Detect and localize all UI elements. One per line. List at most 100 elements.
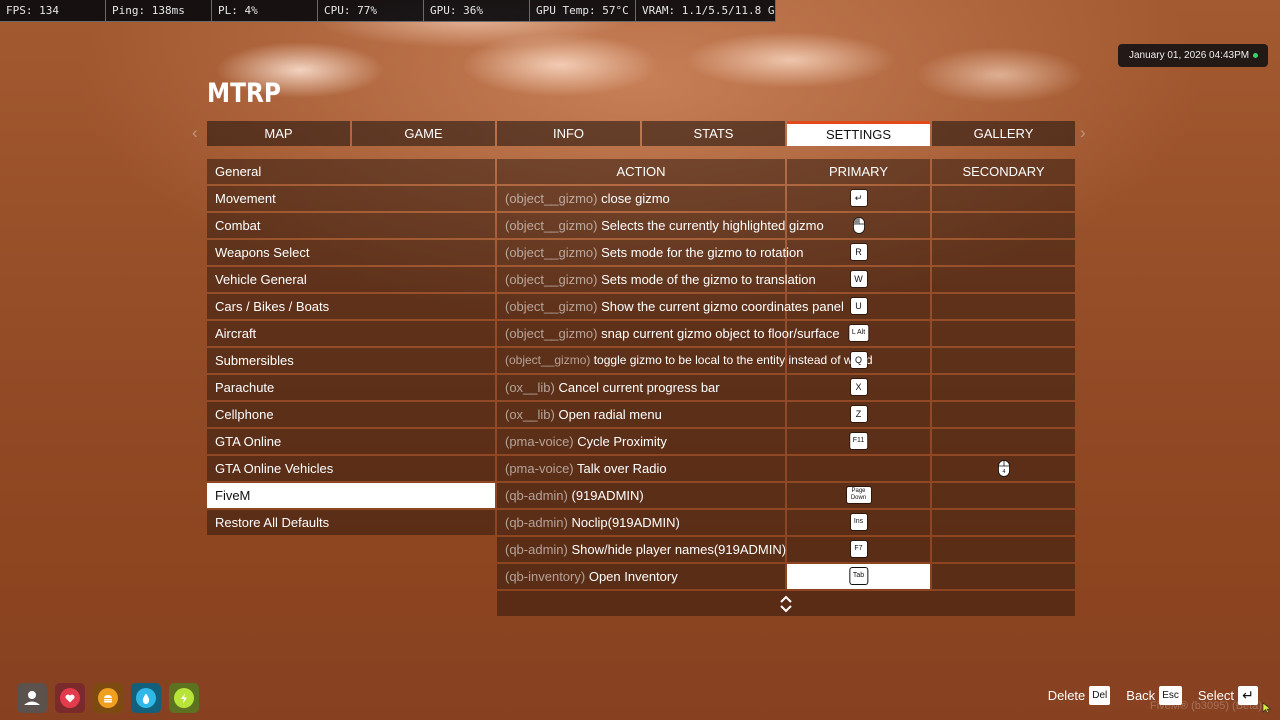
secondary-binding-cell[interactable] [932, 186, 1075, 211]
secondary-binding-cell[interactable] [932, 321, 1075, 346]
action-prefix: (qb-admin) [505, 542, 568, 557]
gpu-temp-readout: GPU Temp: 57°C [530, 0, 636, 22]
tab-info[interactable]: INFO [497, 121, 640, 146]
action-prefix: (pma-voice) [505, 461, 574, 476]
tab-map[interactable]: MAP [207, 121, 350, 146]
secondary-binding-cell[interactable] [932, 564, 1075, 589]
cpu-readout: CPU: 77% [318, 0, 424, 22]
primary-binding-cell[interactable]: Ins [787, 510, 930, 535]
tab-stats[interactable]: STATS [642, 121, 785, 146]
table-row[interactable]: (object__gizmo) close gizmo ↵ [497, 186, 1075, 211]
table-row-selected[interactable]: (qb-inventory) Open Inventory Tab [497, 564, 1075, 589]
thirst-status-icon [131, 683, 161, 713]
table-row[interactable]: (ox__lib) Cancel current progress bar X [497, 375, 1075, 400]
back-hint[interactable]: Back Esc [1126, 686, 1182, 705]
performance-overlay: FPS: 134 Ping: 138ms PL: 4% CPU: 77% GPU… [0, 0, 776, 22]
table-row[interactable]: (object__gizmo) Sets mode of the gizmo t… [497, 267, 1075, 292]
table-row[interactable]: (ox__lib) Open radial menu Z [497, 402, 1075, 427]
table-row[interactable]: (pma-voice) Talk over Radio 4 [497, 456, 1075, 481]
table-row[interactable]: (object__gizmo) snap current gizmo objec… [497, 321, 1075, 346]
primary-binding-cell[interactable]: F11 [787, 429, 930, 454]
secondary-binding-cell[interactable] [932, 240, 1075, 265]
pause-menu-tabs: MAP GAME INFO STATS SETTINGS GALLERY [207, 121, 1075, 146]
table-row[interactable]: (object__gizmo) Selects the currently hi… [497, 213, 1075, 238]
tab-next-arrow-icon[interactable]: › [1080, 123, 1086, 143]
secondary-binding-cell[interactable]: 4 [932, 456, 1075, 481]
action-cell: (object__gizmo) snap current gizmo objec… [497, 321, 840, 346]
secondary-binding-cell[interactable] [932, 267, 1075, 292]
primary-binding-cell[interactable]: Z [787, 402, 930, 427]
stamina-status-icon [169, 683, 199, 713]
table-scroll-bar[interactable] [497, 591, 1075, 616]
category-vehicle-general[interactable]: Vehicle General [207, 267, 495, 292]
table-row[interactable]: (qb-admin) (919ADMIN) Page Down [497, 483, 1075, 508]
column-header-primary: PRIMARY [787, 159, 930, 184]
table-row[interactable]: (object__gizmo) toggle gizmo to be local… [497, 348, 1075, 373]
table-row[interactable]: (qb-admin) Noclip(919ADMIN) Ins [497, 510, 1075, 535]
action-prefix: (qb-admin) [505, 488, 568, 503]
category-parachute[interactable]: Parachute [207, 375, 495, 400]
secondary-binding-cell[interactable] [932, 429, 1075, 454]
heart-icon [60, 688, 80, 708]
category-fivem[interactable]: FiveM [207, 483, 495, 508]
secondary-binding-cell[interactable] [932, 213, 1075, 238]
column-header-secondary: SECONDARY [932, 159, 1075, 184]
action-cell: (qb-inventory) Open Inventory [497, 564, 785, 589]
category-gta-online-vehicles[interactable]: GTA Online Vehicles [207, 456, 495, 481]
table-row[interactable]: (object__gizmo) Sets mode for the gizmo … [497, 240, 1075, 265]
secondary-binding-cell[interactable] [932, 510, 1075, 535]
table-row[interactable]: (qb-admin) Show/hide player names(919ADM… [497, 537, 1075, 562]
category-combat[interactable]: Combat [207, 213, 495, 238]
primary-binding-cell[interactable]: F7 [787, 537, 930, 562]
secondary-binding-cell[interactable] [932, 375, 1075, 400]
category-movement[interactable]: Movement [207, 186, 495, 211]
action-cell: (qb-admin) Show/hide player names(919ADM… [497, 537, 786, 562]
select-hint[interactable]: Select ↵ [1198, 686, 1258, 705]
svg-text:4: 4 [1002, 469, 1005, 475]
category-general[interactable]: General [207, 159, 495, 184]
secondary-binding-cell[interactable] [932, 294, 1075, 319]
secondary-binding-cell[interactable] [932, 537, 1075, 562]
primary-binding-cell-selected[interactable]: Tab [787, 564, 930, 589]
key-f7-icon: F7 [850, 541, 867, 557]
category-cars-bikes-boats[interactable]: Cars / Bikes / Boats [207, 294, 495, 319]
action-prefix: (ox__lib) [505, 380, 555, 395]
action-prefix: (qb-inventory) [505, 569, 586, 584]
scroll-up-down-icon[interactable] [779, 595, 793, 613]
online-status-dot [1253, 53, 1258, 58]
primary-binding-cell[interactable]: ↵ [787, 186, 930, 211]
key-delete-icon: Del [1089, 686, 1111, 705]
tab-gallery[interactable]: GALLERY [932, 121, 1075, 146]
secondary-binding-cell[interactable] [932, 483, 1075, 508]
category-cellphone[interactable]: Cellphone [207, 402, 495, 427]
delete-hint-label: Delete [1047, 688, 1086, 703]
tab-game[interactable]: GAME [352, 121, 495, 146]
mouse-button-4-icon: 4 [997, 460, 1010, 477]
action-cell: (object__gizmo) Selects the currently hi… [497, 213, 824, 238]
secondary-binding-cell[interactable] [932, 402, 1075, 427]
action-label: Open radial menu [558, 407, 662, 422]
tab-settings[interactable]: SETTINGS [787, 121, 930, 146]
table-row[interactable]: (pma-voice) Cycle Proximity F11 [497, 429, 1075, 454]
key-q-icon: Q [850, 352, 867, 368]
secondary-binding-cell[interactable] [932, 348, 1075, 373]
category-restore-all-defaults[interactable]: Restore All Defaults [207, 510, 495, 535]
primary-binding-cell[interactable] [787, 456, 930, 481]
category-gta-online[interactable]: GTA Online [207, 429, 495, 454]
key-insert-icon: Ins [850, 514, 867, 530]
category-aircraft[interactable]: Aircraft [207, 321, 495, 346]
tab-prev-arrow-icon[interactable]: ‹ [192, 123, 198, 143]
action-label: close gizmo [601, 191, 670, 206]
action-cell: (object__gizmo) Show the current gizmo c… [497, 294, 844, 319]
key-z-icon: Z [850, 406, 867, 422]
category-submersibles[interactable]: Submersibles [207, 348, 495, 373]
primary-binding-cell[interactable]: Page Down [787, 483, 930, 508]
action-label: Talk over Radio [577, 461, 667, 476]
action-label: Show the current gizmo coordinates panel [601, 299, 844, 314]
delete-hint[interactable]: Delete Del [1048, 686, 1111, 705]
primary-binding-cell[interactable]: R [787, 240, 930, 265]
primary-binding-cell[interactable]: X [787, 375, 930, 400]
table-row[interactable]: (object__gizmo) Show the current gizmo c… [497, 294, 1075, 319]
action-label: Selects the currently highlighted gizmo [601, 218, 824, 233]
category-weapons-select[interactable]: Weapons Select [207, 240, 495, 265]
